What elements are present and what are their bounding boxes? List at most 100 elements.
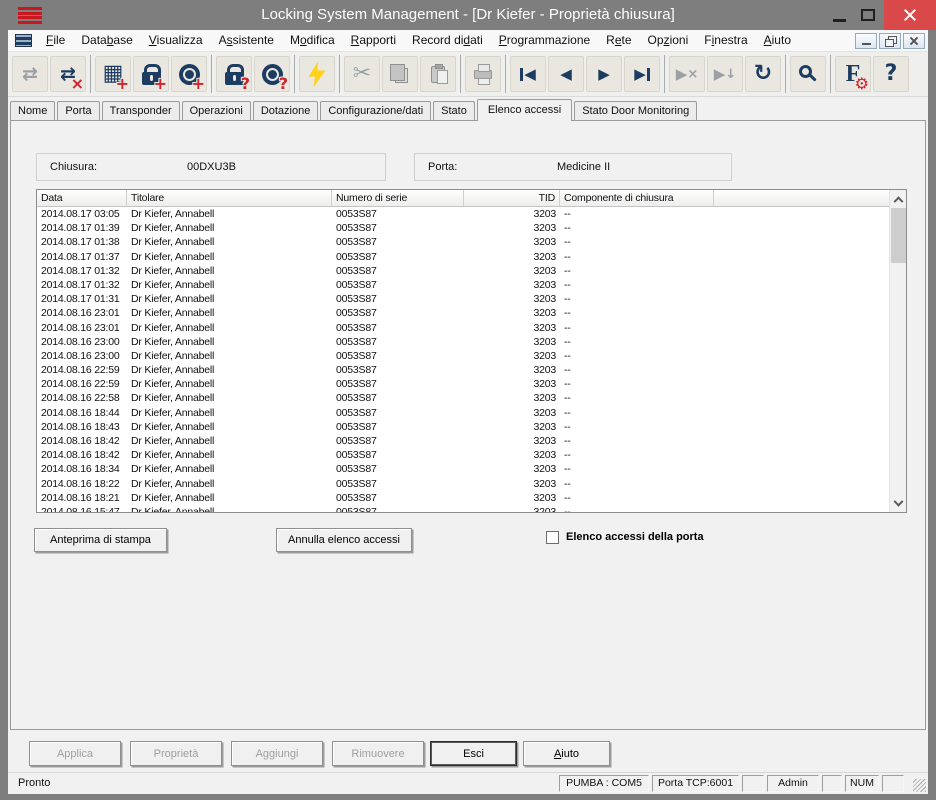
table-row[interactable]: 2014.08.16 23:01Dr Kiefer, Annabell0053S… [37,306,889,320]
cell-tid: 3203 [464,448,560,462]
table-row[interactable]: 2014.08.16 18:42Dr Kiefer, Annabell0053S… [37,434,889,448]
toolbar-paste-button[interactable] [420,56,456,92]
aggiungi-button[interactable]: Aggiungi [231,741,323,766]
table-row[interactable]: 2014.08.17 01:38Dr Kiefer, Annabell0053S… [37,235,889,249]
table-row[interactable]: 2014.08.16 23:00Dr Kiefer, Annabell0053S… [37,349,889,363]
scroll-down-icon[interactable] [890,496,906,512]
toolbar-help-button[interactable]: ? [873,56,909,92]
minimize-icon[interactable] [833,19,846,22]
toolbar-next-record-button[interactable]: ▶ [586,56,622,92]
door-access-checkbox[interactable] [546,531,559,544]
cell-titolare: Dr Kiefer, Annabell [127,264,332,278]
tab-configurazione-dati[interactable]: Configurazione/dati [320,101,431,120]
tab-elenco-accessi[interactable]: Elenco accessi [477,99,572,121]
maximize-icon[interactable] [861,9,875,21]
cell-data: 2014.08.17 03:05 [37,207,127,221]
tab-stato-door-monitoring[interactable]: Stato Door Monitoring [574,101,697,120]
mdi-restore-icon[interactable] [879,33,901,49]
menu-modifica[interactable]: Modifica [282,30,343,51]
tab-operazioni[interactable]: Operazioni [182,101,251,120]
tab-porta[interactable]: Porta [57,101,99,120]
toolbar-print-button[interactable] [465,56,501,92]
toolbar-last-record-button[interactable]: ▶ [624,56,660,92]
propriet-button[interactable]: Proprietà [130,741,222,766]
table-row[interactable]: 2014.08.16 23:01Dr Kiefer, Annabell0053S… [37,321,889,335]
table-row[interactable]: 2014.08.16 18:22Dr Kiefer, Annabell0053S… [37,477,889,491]
rimuovere-button[interactable]: Rimuovere [332,741,424,766]
menu-visualizza[interactable]: Visualizza [141,30,211,51]
toolbar-new-locking-system-button[interactable]: ▦+ [95,56,131,92]
vertical-scrollbar[interactable] [889,190,906,512]
column-header-titolare[interactable]: Titolare [127,190,332,207]
toolbar-go-to-record-button[interactable]: ▶↓ [707,56,743,92]
print-preview-button[interactable]: Anteprima di stampa [34,528,167,552]
toolbar-filter-settings-button[interactable]: F⚙ [835,56,871,92]
column-header-tid[interactable]: TID [464,190,560,207]
menu-aiuto[interactable]: Aiuto [756,30,799,51]
toolbar-read-lock-button[interactable]: ? [216,56,252,92]
menu-programmazione[interactable]: Programmazione [491,30,598,51]
close-icon[interactable] [884,0,936,30]
aiuto-button[interactable]: Aiuto [523,741,610,766]
menu-opzioni[interactable]: Opzioni [640,30,697,51]
new-locking-system-icon: ▦+ [97,58,129,90]
menu-database[interactable]: Database [73,30,140,51]
toolbar-separator [460,55,461,93]
toolbar-cancel-navigation-button[interactable]: ▶× [669,56,705,92]
table-row[interactable]: 2014.08.16 22:59Dr Kiefer, Annabell0053S… [37,377,889,391]
esci-button[interactable]: Esci [430,741,517,766]
table-row[interactable]: 2014.08.16 18:42Dr Kiefer, Annabell0053S… [37,448,889,462]
tab-transponder[interactable]: Transponder [102,101,180,120]
toolbar-copy-button[interactable] [382,56,418,92]
resize-grip-icon[interactable] [913,779,926,792]
table-row[interactable]: 2014.08.16 22:58Dr Kiefer, Annabell0053S… [37,391,889,405]
toolbar-first-record-button[interactable]: ◀ [510,56,546,92]
table-row[interactable]: 2014.08.17 01:32Dr Kiefer, Annabell0053S… [37,278,889,292]
menu-assistente[interactable]: Assistente [211,30,282,51]
tab-dotazione[interactable]: Dotazione [253,101,319,120]
column-header-data[interactable]: Data [37,190,127,207]
table-row[interactable]: 2014.08.17 01:32Dr Kiefer, Annabell0053S… [37,264,889,278]
table-row[interactable]: 2014.08.17 01:31Dr Kiefer, Annabell0053S… [37,292,889,306]
table-row[interactable]: 2014.08.17 03:05Dr Kiefer, Annabell0053S… [37,207,889,221]
toolbar-cut-button[interactable]: ✂ [344,56,380,92]
cell-componente-di-chiusura: -- [560,292,714,306]
toolbar-new-lock-button[interactable]: + [133,56,169,92]
table-row[interactable]: 2014.08.17 01:37Dr Kiefer, Annabell0053S… [37,250,889,264]
reset-access-list-button[interactable]: Annulla elenco accessi [276,528,412,552]
table-row[interactable]: 2014.08.16 23:00Dr Kiefer, Annabell0053S… [37,335,889,349]
menu-record-didati[interactable]: Record didati [404,30,491,51]
child-window-icon[interactable] [15,34,32,47]
toolbar-read-transponder-button[interactable]: ? [254,56,290,92]
table-row[interactable]: 2014.08.16 18:21Dr Kiefer, Annabell0053S… [37,491,889,505]
menu-finestra[interactable]: Finestra [696,30,755,51]
tab-stato[interactable]: Stato [433,101,475,120]
menu-rete[interactable]: Rete [598,30,639,51]
table-row[interactable]: 2014.08.16 18:44Dr Kiefer, Annabell0053S… [37,406,889,420]
column-header-componente-di-chiusura[interactable]: Componente di chiusura [560,190,714,207]
toolbar-new-transponder-button[interactable]: + [171,56,207,92]
menu-file[interactable]: File [38,30,73,51]
toolbar-previous-record-button[interactable]: ◀ [548,56,584,92]
table-row[interactable]: 2014.08.17 01:39Dr Kiefer, Annabell0053S… [37,221,889,235]
table-row[interactable]: 2014.08.16 18:43Dr Kiefer, Annabell0053S… [37,420,889,434]
applica-button[interactable]: Applica [29,741,121,766]
menu-rapporti[interactable]: Rapporti [343,30,404,51]
column-header-blank[interactable] [714,190,889,207]
mdi-close-icon[interactable] [903,33,925,49]
table-row[interactable]: 2014.08.16 22:59Dr Kiefer, Annabell0053S… [37,363,889,377]
mdi-minimize-icon[interactable] [855,33,877,49]
read-lock-icon: ? [218,58,250,90]
cell-titolare: Dr Kiefer, Annabell [127,306,332,320]
table-row[interactable]: 2014.08.16 18:34Dr Kiefer, Annabell0053S… [37,462,889,476]
scroll-thumb[interactable] [891,208,906,263]
toolbar-login-button[interactable]: ⇄ [12,56,48,92]
scroll-up-icon[interactable] [890,190,906,206]
toolbar-program-button[interactable] [299,56,335,92]
table-row[interactable]: 2014.08.16 15:47Dr Kiefer, Annabell0053S… [37,505,889,512]
toolbar-refresh-button[interactable]: ↻ [745,56,781,92]
toolbar-logout-button[interactable]: ⇄× [50,56,86,92]
toolbar-search-button[interactable] [790,56,826,92]
column-header-numero-di-serie[interactable]: Numero di serie [332,190,464,207]
tab-nome[interactable]: Nome [10,101,55,120]
